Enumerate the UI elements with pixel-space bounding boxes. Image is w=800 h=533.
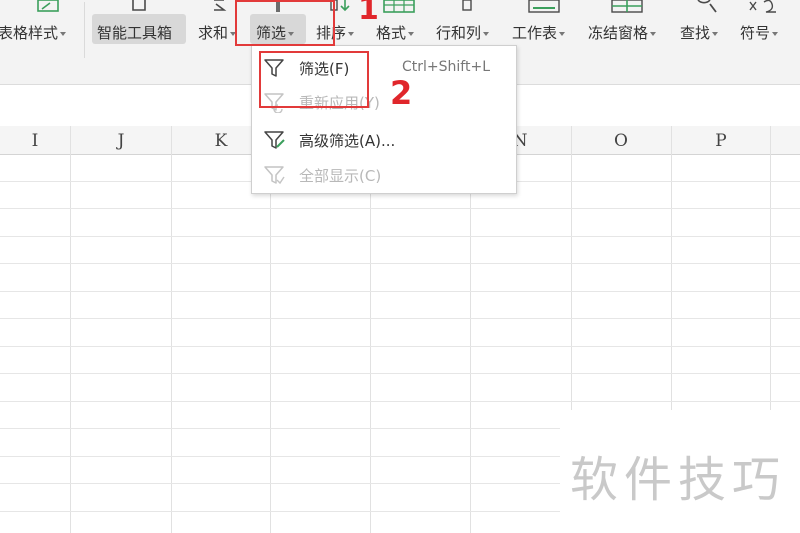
sum-label: 求和 [198,24,229,42]
grid-line [0,318,800,319]
toolbox-icon [132,0,146,11]
menu-item-label: 全部显示(C) [299,167,382,185]
divider [84,2,85,58]
worksheet-icon [528,0,560,13]
symbol-icon [749,0,776,13]
chevron-down-icon [60,31,67,36]
annotation-box-2 [259,51,369,108]
freeze-panes-button[interactable]: 冻结窗格 [586,0,668,62]
grid-line [171,126,172,533]
table-style-label: 表格样式 [0,24,59,42]
chevron-down-icon [408,31,415,36]
worksheet-label: 工作表 [512,24,558,42]
grid-line [70,126,71,533]
symbol-label: 符号 [740,24,771,42]
format-label: 格式 [376,24,407,42]
grid-line [0,401,800,402]
smart-toolbox-label: 智能工具箱 [97,24,173,42]
menu-item-show-all: 全部显示(C) [252,157,516,191]
annotation-number-1: 1 [358,0,379,27]
worksheet-button[interactable]: 工作表 [510,0,578,62]
grid-line [0,373,800,374]
chevron-down-icon [559,31,566,36]
symbol-button[interactable]: 符号 [738,0,788,62]
annotation-number-2: 2 [390,74,413,112]
table-style-button[interactable]: 表格样式 [0,0,84,62]
grid-line [0,346,800,347]
menu-item-advanced-filter[interactable]: 高级筛选(A)... [252,122,516,156]
table-style-icon [37,0,59,12]
menu-item-label: 高级筛选(A)... [299,132,396,150]
grid-line [0,263,800,264]
grid-line [0,291,800,292]
find-button[interactable]: 查找 [678,0,730,62]
chevron-down-icon [650,31,657,36]
row-col-label: 行和列 [436,24,482,42]
annotation-box-1 [235,0,335,46]
row-col-icon [462,0,472,11]
freeze-panes-icon [611,0,643,13]
chevron-down-icon [712,31,719,36]
format-icon [383,0,415,13]
advanced-filter-icon [264,131,285,149]
chevron-down-icon [483,31,490,36]
grid-line [0,236,800,237]
freeze-panes-label: 冻结窗格 [588,24,649,42]
find-label: 查找 [680,24,711,42]
watermark-text: 软件技巧 [570,452,787,508]
grid-line [0,208,800,209]
search-icon [697,0,717,13]
sum-icon [214,0,227,11]
menu-item-shortcut: Ctrl+Shift+L [402,59,490,75]
chevron-down-icon [772,31,779,36]
smart-toolbox-button[interactable]: 智能工具箱 [92,0,186,62]
chevron-down-icon [348,31,355,36]
show-all-icon [264,166,285,185]
